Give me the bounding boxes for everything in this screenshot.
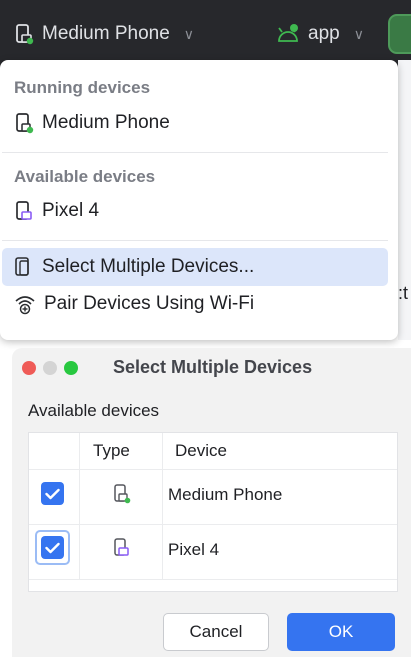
available-devices-header: Available devices [14,167,156,186]
column-header-type[interactable]: Type [93,433,130,469]
running-device-icon [16,113,34,134]
running-devices-header: Running devices [14,78,151,97]
android-app-icon [278,24,298,42]
device-name-cell: Medium Phone [168,485,283,504]
available-devices-label: Available devices [28,401,160,420]
row-checkbox[interactable] [41,482,64,505]
editor-text-fragment: :t [398,283,409,303]
select-multiple-label: Select Multiple Devices... [42,256,255,277]
run-button[interactable] [388,14,411,54]
row-divider [29,469,397,470]
column-divider [79,433,80,579]
chevron-down-icon: ∨ [183,25,195,42]
select-multiple-devices-item[interactable]: Select Multiple Devices... [14,256,254,278]
select-multiple-devices-dialog: Select Multiple Devices Available device… [12,348,411,657]
ok-button[interactable]: OK [287,613,395,651]
dropdown-item-label: Pixel 4 [42,200,100,221]
zoom-window-button[interactable] [64,361,78,375]
dropdown-item-pixel-4[interactable]: Pixel 4 [14,200,99,222]
multiple-devices-icon [15,257,29,276]
divider [2,240,388,241]
device-selector-label: Medium Phone [42,23,170,44]
device-selector[interactable]: Medium Phone ∨ [14,18,194,50]
row-divider [29,579,397,580]
row-checkbox[interactable] [41,536,64,559]
running-device-icon [16,24,34,45]
device-name-cell: Pixel 4 [168,540,220,559]
dropdown-item-label: Medium Phone [42,112,170,133]
running-device-icon [114,484,131,504]
chevron-down-icon: ∨ [353,25,364,42]
close-window-button[interactable] [22,361,36,375]
checkmark-icon [45,542,60,553]
cancel-button[interactable]: Cancel [163,613,269,651]
checkmark-icon [45,488,60,499]
run-config-label: app [308,23,340,44]
device-icon [114,538,129,556]
device-dropdown: Running devices Medium Phone Available d… [0,60,398,340]
minimize-window-button[interactable] [43,361,57,375]
column-header-device[interactable]: Device [175,433,227,469]
row-divider [29,524,397,525]
divider [2,152,388,153]
wifi-icon [15,296,35,315]
pair-devices-wifi-item[interactable]: Pair Devices Using Wi-Fi [14,293,254,315]
column-divider [162,433,163,579]
pair-wifi-label: Pair Devices Using Wi-Fi [44,293,255,314]
dialog-titlebar[interactable]: Select Multiple Devices [12,348,411,386]
dialog-title: Select Multiple Devices [113,357,313,377]
device-icon [16,201,32,220]
run-config-selector[interactable]: app ∨ [276,18,364,50]
dropdown-item-medium-phone[interactable]: Medium Phone [14,112,170,134]
devices-table: Type Device Medium Phone Pixel 4 [28,432,398,592]
ide-toolbar: Medium Phone ∨ app ∨ [0,0,411,68]
